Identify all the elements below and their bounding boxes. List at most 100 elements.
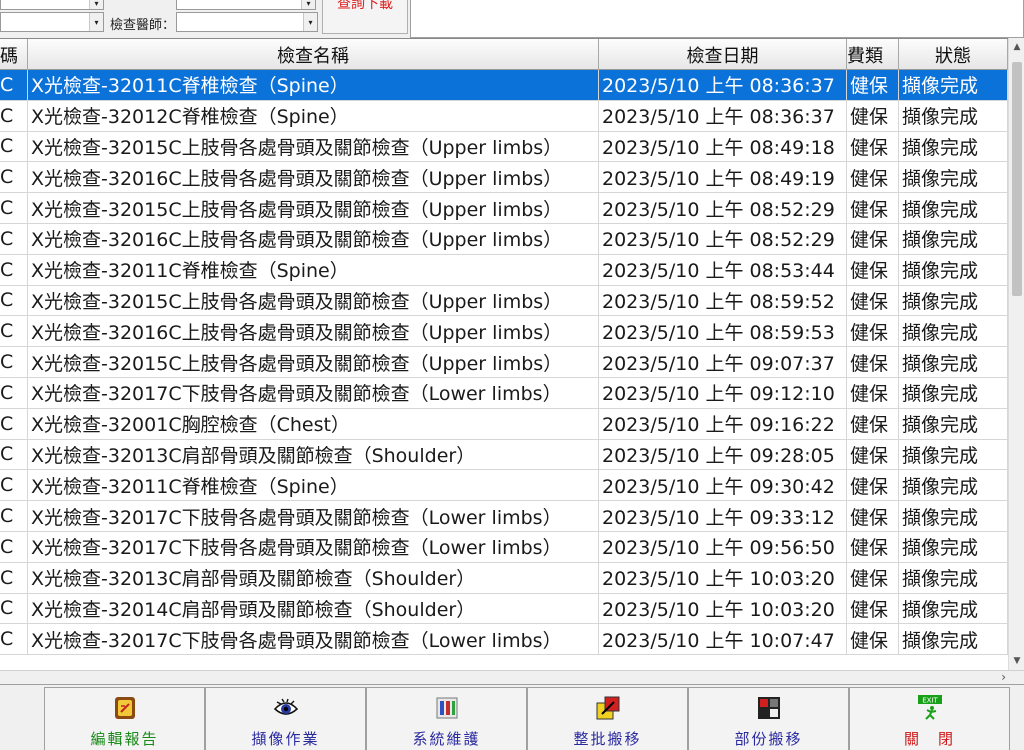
cell-status: 擷像完成 — [899, 347, 1008, 377]
filter-bar: ▾ ▾ 檢查醫師： ▾ ▾ 查詢下載 — [0, 0, 1024, 38]
table-row[interactable]: C X光檢查-32001C胸腔檢查（Chest） 2023/5/10 上午 09:1… — [0, 408, 1008, 440]
cell-status: 擷像完成 — [899, 531, 1008, 562]
cell-status: 擷像完成 — [899, 316, 1008, 347]
capture-button[interactable]: 擷像作業 — [205, 687, 366, 750]
info-panel — [410, 0, 1024, 38]
svg-text:EXIT: EXIT — [922, 697, 938, 705]
dropdown-arrow-icon[interactable]: ▾ — [89, 0, 103, 9]
table-row[interactable]: C X光檢查-32017C下肢骨各處骨頭及關節檢查（Lower limbs） 202… — [0, 624, 1008, 656]
table-row[interactable]: C X光檢查-32015C上肢骨各處骨頭及關節檢查（Upper limbs） 202… — [0, 285, 1008, 317]
table-row[interactable]: C X光檢查-32012C脊椎檢查（Spine） 2023/5/10 上午 08:3… — [0, 100, 1008, 132]
table-row[interactable]: C X光檢查-32014C肩部骨頭及關節檢查（Shoulder） 2023/5/10… — [0, 593, 1008, 625]
doctor-select[interactable]: ▾ — [176, 12, 318, 32]
partial-move-label: 部份搬移 — [734, 730, 803, 748]
query-download-button[interactable]: 查詢下載 — [322, 0, 408, 34]
edit-report-icon — [111, 694, 139, 722]
table-row[interactable]: C X光檢查-32011C脊椎檢查（Spine） 2023/5/10 上午 08:3… — [0, 70, 1008, 101]
cell-fee-type: 健保 — [847, 193, 899, 223]
cell-code: C — [0, 100, 28, 131]
cell-status: 擷像完成 — [899, 131, 1008, 162]
scroll-right-icon[interactable]: › — [1001, 671, 1006, 684]
cell-exam-date: 2023/5/10 上午 10:03:20 — [599, 593, 847, 624]
cell-status: 擷像完成 — [899, 254, 1008, 285]
table-row[interactable]: C X光檢查-32016C上肢骨各處骨頭及關節檢查（Upper limbs） 202… — [0, 223, 1008, 255]
cell-fee-type: 健保 — [847, 162, 899, 193]
table-row[interactable]: C X光檢查-32017C下肢骨各處骨頭及關節檢查（Lower limbs） 202… — [0, 501, 1008, 532]
column-header-exam-date[interactable]: 檢查日期 — [599, 39, 847, 70]
cell-exam-date: 2023/5/10 上午 09:28:05 — [599, 439, 847, 470]
bottom-toolbar: 編輯報告 擷像作業 系統維護 整批搬移 部份搬移 EXIT 關 閉 — [0, 684, 1024, 750]
column-header-fee-type[interactable]: 費類 — [847, 39, 899, 70]
edit-report-button[interactable]: 編輯報告 — [44, 687, 205, 750]
cell-fee-type: 健保 — [847, 624, 899, 655]
horizontal-scrollbar[interactable]: › — [0, 670, 1024, 684]
scroll-down-icon[interactable]: ▼ — [1009, 654, 1024, 668]
batch-move-label: 整批搬移 — [573, 730, 642, 748]
cell-fee-type: 健保 — [847, 70, 899, 100]
cell-code: C — [0, 531, 28, 562]
cell-fee-type: 健保 — [847, 501, 899, 531]
exit-icon: EXIT — [916, 694, 944, 722]
query-download-label: 查詢下載 — [337, 0, 393, 12]
cell-status: 擷像完成 — [899, 377, 1008, 408]
cell-status: 擷像完成 — [899, 223, 1008, 254]
system-maintenance-button[interactable]: 系統維護 — [366, 687, 527, 750]
cell-fee-type: 健保 — [847, 316, 899, 347]
column-header-exam-name[interactable]: 檢查名稱 — [28, 39, 599, 70]
cell-code: C — [0, 131, 28, 162]
grid-header: 碼 檢查名稱 檢查日期 費類 狀態 — [0, 39, 1008, 70]
table-row[interactable]: C X光檢查-32015C上肢骨各處骨頭及關節檢查（Upper limbs） 202… — [0, 193, 1008, 224]
table-row[interactable]: C X光檢查-32015C上肢骨各處骨頭及關節檢查（Upper limbs） 202… — [0, 131, 1008, 163]
cell-code: C — [0, 562, 28, 593]
cell-code: C — [0, 377, 28, 408]
dropdown-arrow-icon[interactable]: ▾ — [89, 13, 103, 31]
cell-exam-date: 2023/5/10 上午 08:49:18 — [599, 131, 847, 162]
table-row[interactable]: C X光檢查-32013C肩部骨頭及關節檢查（Shoulder） 2023/5/10… — [0, 562, 1008, 594]
cell-status: 擷像完成 — [899, 501, 1008, 531]
cell-status: 擷像完成 — [899, 624, 1008, 655]
cell-exam-name: X光檢查-32017C下肢骨各處骨頭及關節檢查（Lower limbs） — [28, 624, 599, 655]
partial-move-button[interactable]: 部份搬移 — [688, 687, 849, 750]
dropdown-arrow-icon[interactable]: ▾ — [303, 13, 317, 31]
cell-fee-type: 健保 — [847, 562, 899, 593]
table-row[interactable]: C X光檢查-32011C脊椎檢查（Spine） 2023/5/10 上午 09:3… — [0, 470, 1008, 502]
table-row[interactable]: C X光檢查-32017C下肢骨各處骨頭及關節檢查（Lower limbs） 202… — [0, 531, 1008, 563]
table-row[interactable]: C X光檢查-32015C上肢骨各處骨頭及關節檢查（Upper limbs） 202… — [0, 347, 1008, 378]
cell-exam-date: 2023/5/10 上午 08:52:29 — [599, 193, 847, 223]
cell-fee-type: 健保 — [847, 439, 899, 470]
batch-move-button[interactable]: 整批搬移 — [527, 687, 688, 750]
table-row[interactable]: C X光檢查-32016C上肢骨各處骨頭及關節檢查（Upper limbs） 202… — [0, 162, 1008, 194]
cell-exam-name: X光檢查-32014C肩部骨頭及關節檢查（Shoulder） — [28, 593, 599, 624]
cell-exam-name: X光檢查-32001C胸腔檢查（Chest） — [28, 408, 599, 439]
cell-fee-type: 健保 — [847, 347, 899, 377]
cell-exam-date: 2023/5/10 上午 09:12:10 — [599, 377, 847, 408]
filter-combo[interactable]: ▾ — [0, 12, 104, 32]
scroll-up-icon[interactable]: ▲ — [1009, 40, 1024, 54]
cell-exam-name: X光檢查-32015C上肢骨各處骨頭及關節檢查（Upper limbs） — [28, 131, 599, 162]
cell-exam-name: X光檢查-32017C下肢骨各處骨頭及關節檢查（Lower limbs） — [28, 531, 599, 562]
filter-field-top[interactable]: ▾ — [176, 0, 316, 10]
table-row[interactable]: C X光檢查-32011C脊椎檢查（Spine） 2023/5/10 上午 08:5… — [0, 254, 1008, 286]
vertical-scrollbar[interactable]: ▲ ▼ — [1008, 38, 1024, 670]
filter-combo-top[interactable]: ▾ — [0, 0, 104, 10]
column-header-status[interactable]: 狀態 — [899, 39, 1008, 70]
cell-status: 擷像完成 — [899, 593, 1008, 624]
cell-exam-name: X光檢查-32011C脊椎檢查（Spine） — [28, 70, 599, 100]
cell-status: 擷像完成 — [899, 100, 1008, 131]
cell-fee-type: 健保 — [847, 377, 899, 408]
scroll-thumb[interactable] — [1012, 62, 1022, 296]
close-button[interactable]: EXIT 關 閉 — [849, 687, 1010, 750]
column-header-code[interactable]: 碼 — [0, 39, 28, 70]
table-row[interactable]: C X光檢查-32013C肩部骨頭及關節檢查（Shoulder） 2023/5/10… — [0, 439, 1008, 471]
cell-status: 擷像完成 — [899, 162, 1008, 193]
dropdown-arrow-icon[interactable]: ▾ — [301, 0, 315, 9]
cell-exam-name: X光檢查-32012C脊椎檢查（Spine） — [28, 100, 599, 131]
cell-exam-name: X光檢查-32016C上肢骨各處骨頭及關節檢查（Upper limbs） — [28, 162, 599, 193]
table-row[interactable]: C X光檢查-32016C上肢骨各處骨頭及關節檢查（Upper limbs） 202… — [0, 316, 1008, 348]
table-row[interactable]: C X光檢查-32017C下肢骨各處骨頭及關節檢查（Lower limbs） 202… — [0, 377, 1008, 409]
cell-exam-name: X光檢查-32015C上肢骨各處骨頭及關節檢查（Upper limbs） — [28, 193, 599, 223]
tools-icon — [433, 694, 461, 722]
cell-status: 擷像完成 — [899, 439, 1008, 470]
cell-exam-date: 2023/5/10 上午 08:59:52 — [599, 285, 847, 316]
cell-fee-type: 健保 — [847, 285, 899, 316]
